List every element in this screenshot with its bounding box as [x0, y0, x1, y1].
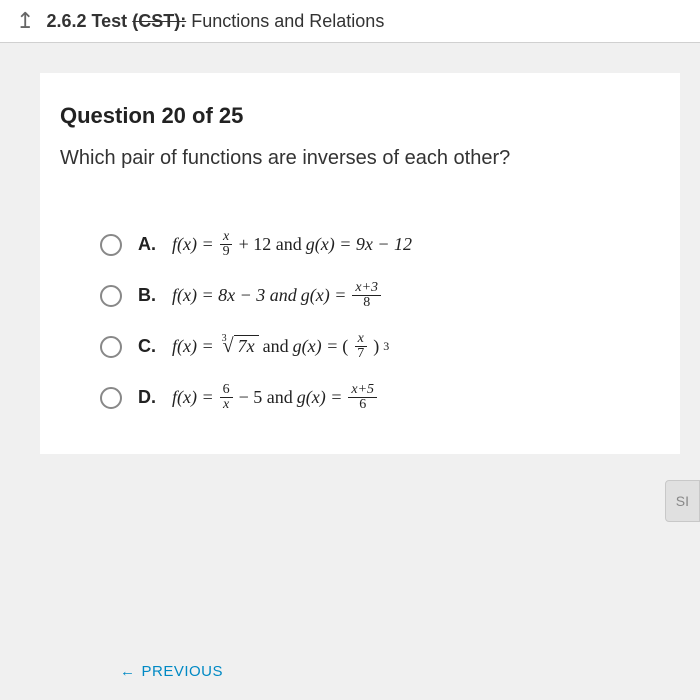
test-label: Test — [92, 11, 128, 31]
side-button[interactable]: SI — [665, 480, 700, 522]
header-text: 2.6.2 Test (CST): Functions and Relation… — [46, 11, 384, 32]
option-b-label: B. — [138, 285, 156, 306]
question-text: Which pair of functions are inverses of … — [60, 147, 660, 170]
question-number: Question 20 of 25 — [60, 103, 660, 129]
option-d-content: f(x) = 6 x − 5 and g(x) = x+5 6 — [172, 383, 379, 412]
options-list: A. f(x) = x 9 + 12 and g(x) = 9x − 12 B.… — [100, 230, 660, 412]
option-c[interactable]: C. f(x) = 3 √ 7x and g(x) = ( x 7 )3 — [100, 332, 660, 361]
option-a[interactable]: A. f(x) = x 9 + 12 and g(x) = 9x − 12 — [100, 230, 660, 259]
cube-root: 3 √ 7x — [218, 335, 259, 358]
radio-d[interactable] — [100, 387, 122, 409]
option-c-content: f(x) = 3 √ 7x and g(x) = ( x 7 )3 — [172, 332, 389, 361]
option-b-content: f(x) = 8x − 3 and g(x) = x+3 8 — [172, 281, 383, 310]
back-arrow-icon[interactable]: ↥ — [16, 8, 34, 34]
option-a-label: A. — [138, 234, 156, 255]
section-number: 2.6.2 — [46, 11, 86, 31]
option-c-label: C. — [138, 336, 156, 357]
fraction: x 7 — [354, 332, 367, 361]
fraction: x 9 — [220, 230, 233, 259]
previous-button[interactable]: ← PREVIOUS — [120, 663, 223, 680]
option-a-content: f(x) = x 9 + 12 and g(x) = 9x − 12 — [172, 230, 412, 259]
radio-c[interactable] — [100, 336, 122, 358]
fraction: x+3 8 — [352, 281, 381, 310]
header-title: Functions and Relations — [191, 11, 384, 31]
header-bar: ↥ 2.6.2 Test (CST): Functions and Relati… — [0, 0, 700, 43]
fraction: 6 x — [220, 383, 233, 412]
radio-b[interactable] — [100, 285, 122, 307]
fraction: x+5 6 — [348, 383, 377, 412]
option-d-label: D. — [138, 387, 156, 408]
previous-label: PREVIOUS — [142, 663, 224, 680]
option-d[interactable]: D. f(x) = 6 x − 5 and g(x) = x+5 6 — [100, 383, 660, 412]
question-content: Question 20 of 25 Which pair of function… — [40, 73, 680, 454]
arrow-left-icon: ← — [120, 663, 136, 680]
radio-a[interactable] — [100, 234, 122, 256]
cst-label: (CST): — [132, 11, 186, 31]
option-b[interactable]: B. f(x) = 8x − 3 and g(x) = x+3 8 — [100, 281, 660, 310]
